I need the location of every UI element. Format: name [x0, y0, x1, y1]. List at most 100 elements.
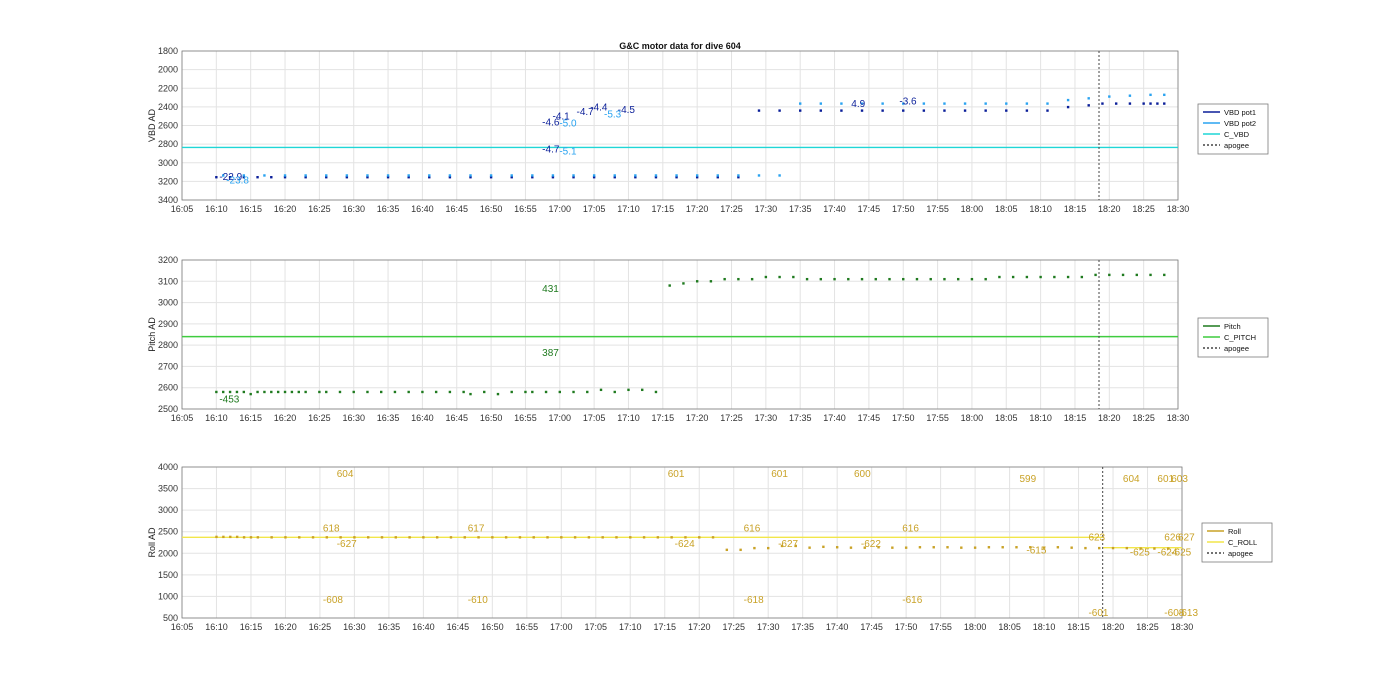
- data-point: [283, 174, 287, 177]
- data-point: [778, 174, 781, 177]
- data-point: [881, 102, 884, 105]
- x-tick-label: 16:25: [308, 204, 331, 214]
- x-tick-label: 17:40: [823, 413, 846, 423]
- data-point: [546, 536, 549, 539]
- data-point: [1066, 275, 1070, 279]
- data-point: [737, 174, 740, 177]
- data-point: [325, 536, 329, 539]
- x-tick-label: 17:05: [585, 622, 608, 632]
- x-tick-label: 18:20: [1098, 204, 1121, 214]
- y-tick-label: 3200: [158, 255, 178, 265]
- x-tick-label: 16:55: [514, 413, 537, 423]
- data-point: [422, 536, 425, 539]
- data-point: [860, 277, 864, 281]
- y-tick-label: 2600: [158, 383, 178, 393]
- data-point: [448, 174, 452, 177]
- figure: G&C motor data for dive 604 16:05 16:10 16…: [147, 41, 1273, 632]
- data-point: [463, 536, 466, 539]
- x-tick-label: 17:10: [617, 204, 640, 214]
- data-point: [1128, 102, 1132, 105]
- data-point: [572, 390, 575, 394]
- data-point: [641, 388, 644, 392]
- data-label: 4.9: [851, 99, 865, 110]
- x-tick-label: 17:40: [823, 204, 846, 214]
- data-point: [808, 546, 811, 549]
- data-point: [682, 282, 685, 285]
- data-point: [1101, 102, 1104, 105]
- data-point: [1087, 104, 1090, 107]
- data-point: [799, 102, 802, 105]
- data-point: [613, 174, 616, 177]
- data-point: [448, 390, 452, 394]
- y-axis-label: Roll AD: [147, 527, 157, 558]
- data-point: [462, 390, 465, 394]
- data-label: 604: [337, 469, 354, 480]
- data-point: [615, 536, 618, 539]
- data-label: -625: [1171, 547, 1191, 558]
- data-point: [642, 536, 646, 539]
- data-point: [325, 390, 328, 394]
- data-label: -601: [1088, 608, 1108, 619]
- data-label: -453: [219, 395, 239, 406]
- data-point: [757, 174, 761, 177]
- data-label: -613: [1178, 608, 1198, 619]
- data-point: [235, 390, 239, 394]
- data-point: [891, 546, 894, 549]
- data-point: [984, 109, 987, 112]
- panel-3: 16:05 16:10 16:15 16:20 16:25 16:30 16:35 16:40…: [147, 462, 1273, 632]
- data-point: [394, 536, 397, 539]
- x-tick-label: 17:25: [722, 622, 745, 632]
- data-point: [235, 535, 239, 539]
- data-label: 600: [854, 469, 871, 480]
- legend-label: C_VBD: [1224, 130, 1250, 139]
- y-tick-label: 3000: [158, 158, 178, 168]
- data-point: [1149, 102, 1152, 105]
- data-point: [290, 390, 294, 394]
- data-point: [946, 546, 949, 549]
- data-point: [229, 535, 232, 539]
- data-point: [960, 546, 963, 549]
- x-tick-label: 17:35: [789, 413, 812, 423]
- data-point: [956, 277, 960, 281]
- x-tick-label: 17:45: [860, 622, 883, 632]
- x-tick-label: 17:15: [652, 204, 675, 214]
- data-point: [723, 277, 726, 281]
- data-point: [1114, 102, 1118, 105]
- x-tick-label: 16:40: [412, 622, 435, 632]
- x-tick-label: 18:05: [995, 204, 1018, 214]
- data-point: [987, 546, 991, 549]
- x-tick-label: 16:45: [445, 413, 468, 423]
- y-tick-label: 3500: [158, 484, 178, 494]
- data-point: [737, 277, 740, 281]
- data-label: -622: [861, 539, 881, 550]
- data-point: [489, 174, 493, 177]
- data-point: [764, 275, 768, 279]
- data-point: [435, 536, 439, 539]
- x-tick-label: 17:05: [583, 204, 606, 214]
- x-tick-label: 17:45: [858, 413, 881, 423]
- x-tick-label: 16:25: [309, 622, 332, 632]
- x-tick-label: 17:30: [755, 413, 778, 423]
- data-point: [753, 546, 756, 550]
- data-label: 431: [542, 284, 559, 295]
- data-point: [544, 390, 548, 394]
- chart-title: G&C motor data for dive 604: [619, 41, 741, 51]
- data-point: [1149, 273, 1152, 277]
- x-tick-label: 18:15: [1067, 622, 1090, 632]
- data-point: [284, 536, 287, 539]
- data-point: [491, 536, 494, 539]
- x-tick-label: 16:20: [274, 622, 297, 632]
- y-tick-label: 2500: [158, 527, 178, 537]
- data-point: [1128, 94, 1132, 97]
- data-point: [242, 536, 246, 539]
- x-tick-label: 18:10: [1029, 413, 1052, 423]
- x-tick-label: 17:00: [549, 204, 572, 214]
- x-tick-label: 16:15: [240, 622, 263, 632]
- x-tick-label: 18:25: [1132, 413, 1155, 423]
- x-tick-label: 18:30: [1167, 413, 1190, 423]
- x-tick-label: 17:20: [688, 622, 711, 632]
- legend-label: VBD pot1: [1224, 108, 1256, 117]
- data-point: [551, 174, 555, 177]
- x-tick-label: 16:45: [445, 204, 468, 214]
- data-label: 617: [468, 524, 485, 535]
